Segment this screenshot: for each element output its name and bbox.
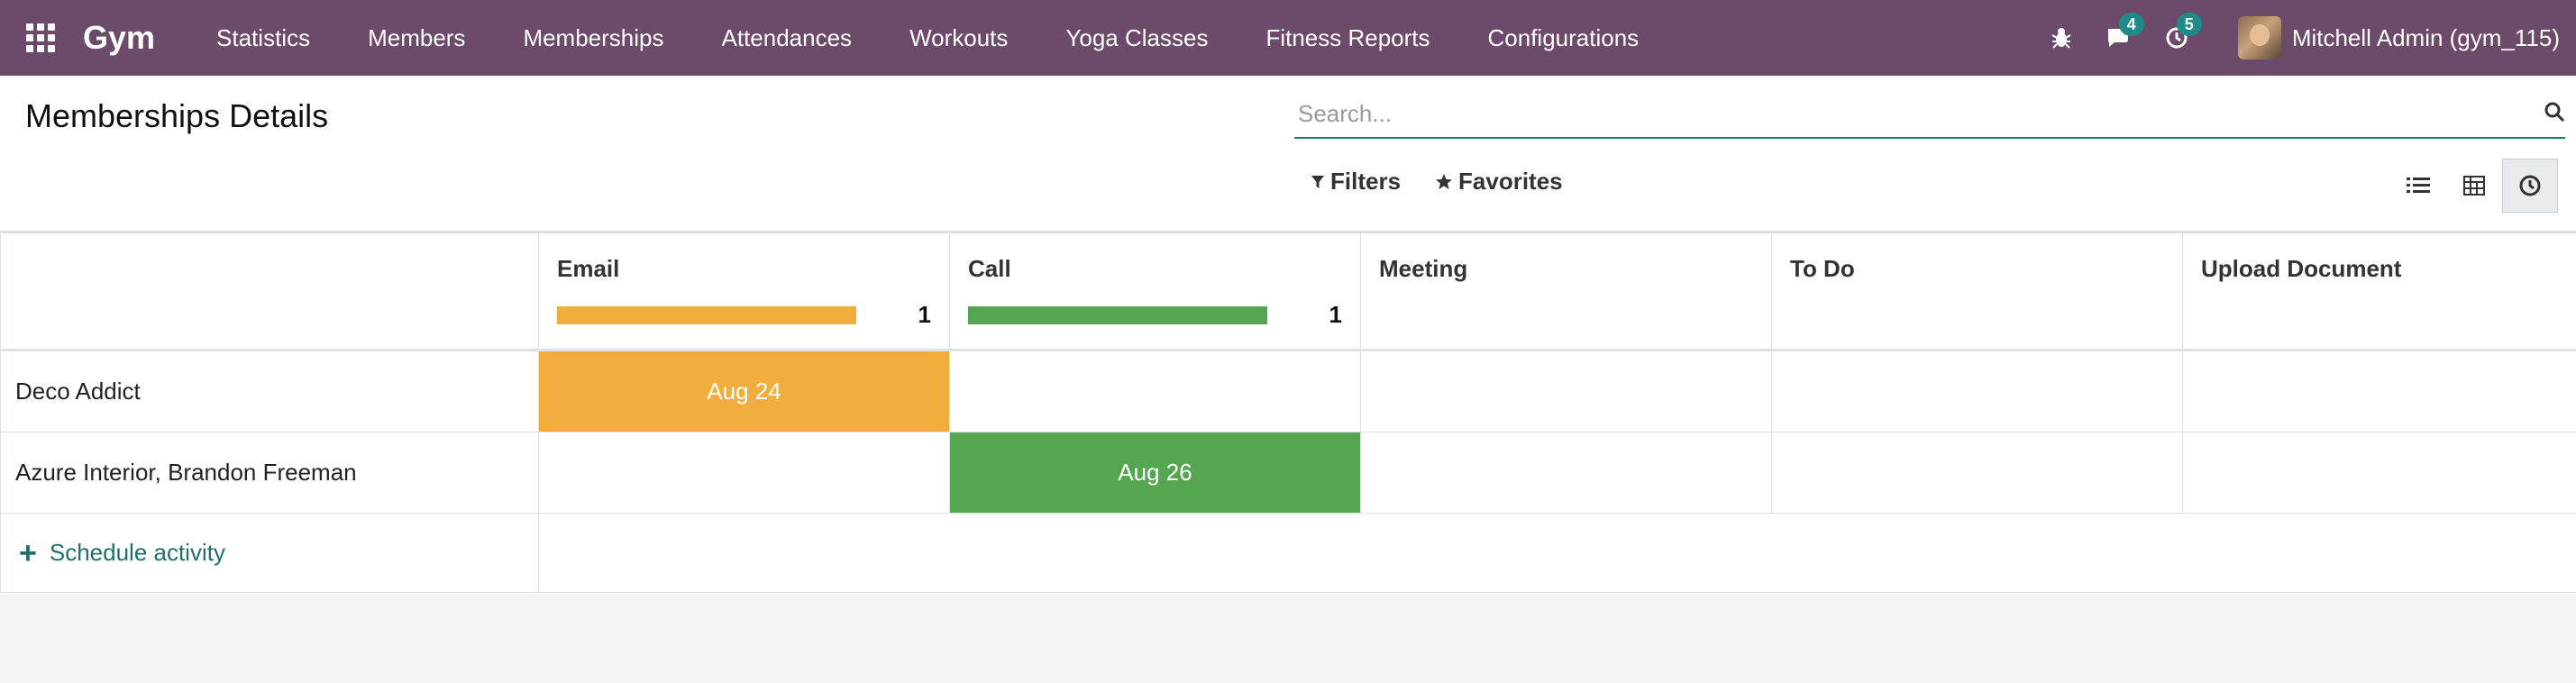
activity-table: Email 1 Call 1 Meeting To Do Upload Docu… — [0, 232, 2576, 593]
email-activity-chip[interactable]: Aug 24 — [539, 351, 949, 432]
record-name[interactable]: Azure Interior, Brandon Freeman — [0, 432, 539, 514]
list-view-icon[interactable] — [2390, 159, 2446, 213]
page-title: Memberships Details — [25, 97, 329, 134]
activity-view: Email 1 Call 1 Meeting To Do Upload Docu… — [0, 232, 2576, 595]
filter-icon — [1311, 175, 1324, 188]
menu-yoga-classes[interactable]: Yoga Classes — [1037, 0, 1237, 76]
call-progress-bar[interactable] — [968, 305, 1267, 324]
column-label: Upload Document — [2201, 255, 2402, 282]
pivot-view-icon[interactable] — [2446, 159, 2502, 213]
activity-cell-upload[interactable] — [2182, 432, 2576, 514]
column-progress: 1 — [968, 301, 1342, 329]
column-meeting[interactable]: Meeting — [1360, 232, 1772, 351]
activity-cell-call[interactable] — [949, 350, 1361, 433]
column-email[interactable]: Email 1 — [538, 232, 950, 351]
table-row: Deco Addict Aug 24 — [0, 350, 2576, 433]
activities-clock-icon[interactable]: 5 — [2148, 0, 2206, 76]
search-input[interactable] — [1294, 92, 2565, 135]
view-switcher — [2390, 159, 2558, 213]
star-icon — [1436, 173, 1453, 189]
activity-view-icon[interactable] — [2502, 159, 2558, 213]
column-label: Meeting — [1379, 255, 1468, 282]
menu-workouts[interactable]: Workouts — [881, 0, 1037, 76]
schedule-row-empty — [538, 513, 2576, 593]
user-avatar — [2237, 16, 2281, 59]
schedule-activity-label: Schedule activity — [49, 539, 225, 566]
email-progress-bar[interactable] — [557, 305, 856, 324]
apps-menu-icon[interactable] — [0, 0, 81, 76]
column-upload-document[interactable]: Upload Document — [2182, 232, 2576, 351]
activity-cell-todo[interactable] — [1771, 432, 2183, 514]
control-panel: Memberships Details Filters Favorites — [0, 76, 2576, 232]
column-label: Call — [968, 255, 1011, 282]
navbar-systray: 4 5 Mitchell Admin (gym_115) — [2032, 0, 2576, 76]
column-progress: 1 — [557, 301, 931, 329]
column-label: Email — [557, 255, 620, 282]
messages-count-badge: 4 — [2118, 13, 2144, 36]
schedule-activity-link[interactable]: + Schedule activity — [0, 513, 539, 593]
user-name: Mitchell Admin (gym_115) — [2291, 23, 2560, 51]
activities-count-badge: 5 — [2176, 13, 2202, 36]
search-icon[interactable] — [2544, 101, 2565, 127]
record-name[interactable]: Deco Addict — [0, 350, 539, 433]
column-count: 1 — [1329, 301, 1342, 328]
search-bar — [1294, 92, 2565, 139]
column-todo[interactable]: To Do — [1771, 232, 2183, 351]
column-call[interactable]: Call 1 — [949, 232, 1361, 351]
messages-icon[interactable]: 4 — [2090, 0, 2148, 76]
plus-icon: + — [19, 535, 37, 570]
column-label: To Do — [1790, 255, 1855, 282]
main-menu: Statistics Members Memberships Attendanc… — [187, 0, 1667, 76]
app-brand[interactable]: Gym — [83, 19, 155, 57]
activity-cell-call[interactable]: Aug 26 — [949, 432, 1361, 514]
favorites-button[interactable]: Favorites — [1435, 168, 1563, 196]
table-row: Azure Interior, Brandon Freeman Aug 26 — [0, 432, 2576, 514]
debug-bug-icon[interactable] — [2032, 0, 2090, 76]
menu-memberships[interactable]: Memberships — [494, 0, 692, 76]
activity-cell-email[interactable]: Aug 24 — [538, 350, 950, 433]
activity-cell-meeting[interactable] — [1360, 432, 1772, 514]
header-corner — [0, 232, 539, 351]
activity-cell-email[interactable] — [538, 432, 950, 514]
user-menu[interactable]: Mitchell Admin (gym_115) — [2237, 16, 2560, 59]
activity-cell-meeting[interactable] — [1360, 350, 1772, 433]
favorites-label: Favorites — [1458, 168, 1563, 195]
filters-button[interactable]: Filters — [1311, 168, 1401, 196]
column-count: 1 — [918, 301, 931, 328]
call-activity-chip[interactable]: Aug 26 — [950, 433, 1360, 513]
menu-statistics[interactable]: Statistics — [187, 0, 339, 76]
menu-configurations[interactable]: Configurations — [1459, 0, 1668, 76]
menu-fitness-reports[interactable]: Fitness Reports — [1237, 0, 1458, 76]
activity-cell-todo[interactable] — [1771, 350, 2183, 433]
activity-cell-upload[interactable] — [2182, 350, 2576, 433]
top-navbar: Gym Statistics Members Memberships Atten… — [0, 0, 2576, 76]
filters-label: Filters — [1330, 168, 1402, 195]
menu-members[interactable]: Members — [339, 0, 494, 76]
search-options: Filters Favorites — [1311, 168, 1597, 196]
menu-attendances[interactable]: Attendances — [693, 0, 882, 76]
schedule-row: + Schedule activity — [0, 513, 2576, 593]
activity-header-row: Email 1 Call 1 Meeting To Do Upload Docu… — [0, 232, 2576, 351]
